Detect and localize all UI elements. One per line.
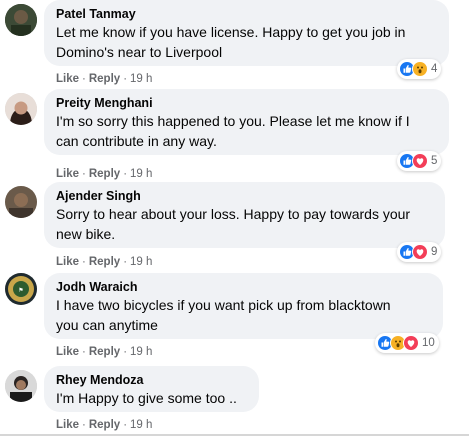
love-icon <box>403 335 419 351</box>
reaction-count: 9 <box>431 246 438 258</box>
reply-link[interactable]: Reply <box>89 168 120 180</box>
svg-text:⚑: ⚑ <box>18 287 23 294</box>
like-link[interactable]: Like <box>56 168 79 180</box>
like-link[interactable]: Like <box>56 256 79 268</box>
comment-actions: Like · Reply · 19 h <box>56 346 153 358</box>
comment-text: I'm so sorry this happened to you. Pleas… <box>56 113 410 149</box>
comment-author[interactable]: Preity Menghani <box>56 95 437 111</box>
comment-bubble: Jodh Waraich I have two bicycles if you … <box>44 273 443 339</box>
comment-actions: Like · Reply · 19 h <box>56 73 153 85</box>
timestamp[interactable]: 19 h <box>130 256 152 268</box>
love-icon <box>412 153 428 169</box>
like-link[interactable]: Like <box>56 73 79 85</box>
like-link[interactable]: Like <box>56 419 79 431</box>
comment-bubble: Ajender Singh Sorry to hear about your l… <box>44 182 445 248</box>
comment-text: Sorry to hear about your loss. Happy to … <box>56 206 411 242</box>
reaction-count: 4 <box>431 63 438 75</box>
avatar[interactable]: ⚑ <box>5 273 37 305</box>
timestamp[interactable]: 19 h <box>130 419 152 431</box>
comment-actions: Like · Reply · 19 h <box>56 419 153 431</box>
comment-author[interactable]: Jodh Waraich <box>56 279 431 295</box>
avatar[interactable] <box>5 186 37 218</box>
comment-bubble: Patel Tanmay Let me know if you have lic… <box>44 0 449 66</box>
comment-author[interactable]: Rhey Mendoza <box>56 372 247 388</box>
timestamp[interactable]: 19 h <box>130 73 152 85</box>
avatar[interactable] <box>5 93 37 125</box>
like-link[interactable]: Like <box>56 346 79 358</box>
comment-text: Let me know if you have license. Happy t… <box>56 24 406 60</box>
love-icon <box>412 244 428 260</box>
reaction-count: 10 <box>422 337 435 349</box>
comment-bubble: Preity Menghani I'm so sorry this happen… <box>44 89 449 155</box>
comment-bubble: Rhey Mendoza I'm Happy to give some too … <box>44 366 259 412</box>
reaction-summary[interactable]: 5 <box>397 151 442 171</box>
comment-author[interactable]: Patel Tanmay <box>56 6 437 22</box>
comment-text: I'm Happy to give some too .. <box>56 390 237 406</box>
comment-text: I have two bicycles if you want pick up … <box>56 297 391 333</box>
reply-link[interactable]: Reply <box>89 419 120 431</box>
comment-actions: Like · Reply · 19 h <box>56 168 153 180</box>
timestamp[interactable]: 19 h <box>130 346 152 358</box>
reaction-count: 5 <box>431 155 438 167</box>
timestamp[interactable]: 19 h <box>130 168 152 180</box>
reply-link[interactable]: Reply <box>89 346 120 358</box>
reply-link[interactable]: Reply <box>89 73 120 85</box>
avatar[interactable] <box>5 370 37 402</box>
comment-author[interactable]: Ajender Singh <box>56 188 433 204</box>
reply-link[interactable]: Reply <box>89 256 120 268</box>
avatar[interactable] <box>5 4 37 36</box>
reaction-summary[interactable]: 4 <box>397 59 442 79</box>
wow-icon <box>412 61 428 77</box>
reaction-summary[interactable]: 10 <box>375 333 439 353</box>
reaction-summary[interactable]: 9 <box>397 242 442 262</box>
comment-actions: Like · Reply · 19 h <box>56 256 153 268</box>
